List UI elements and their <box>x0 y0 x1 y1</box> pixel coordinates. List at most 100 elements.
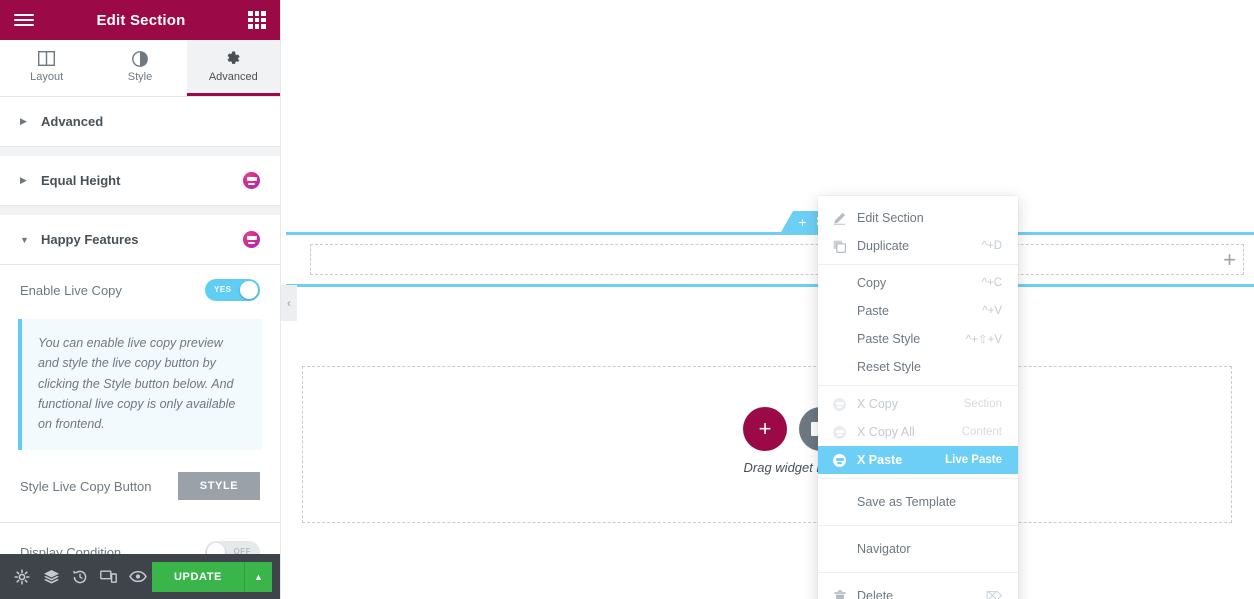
happy-icon <box>832 453 847 467</box>
toggle-off-text: OFF <box>233 547 251 554</box>
happy-addons-icon <box>243 231 260 248</box>
eye-preview-icon[interactable] <box>123 554 152 599</box>
section-column-placeholder <box>310 244 1244 275</box>
tab-layout[interactable]: Layout <box>0 40 94 96</box>
ctx-label: Paste <box>857 304 889 318</box>
accordion-advanced[interactable]: ▶ Advanced <box>0 97 280 147</box>
duplicate-icon <box>832 240 847 253</box>
ctx-label: Navigator <box>857 542 911 556</box>
live-copy-notice-text: You can enable live copy preview and sty… <box>38 336 236 431</box>
display-condition-toggle[interactable]: OFF <box>205 541 260 554</box>
ctx-item-copy[interactable]: Copy ^+C <box>818 269 1018 297</box>
tab-style-label: Style <box>127 71 153 83</box>
columns-icon <box>38 50 56 67</box>
ctx-label: Paste Style <box>857 332 921 346</box>
ctx-group-navigator: Navigator <box>818 526 1018 573</box>
section-context-menu: Edit Section Duplicate ^+D Copy ^+C Past… <box>818 196 1018 599</box>
chevron-right-icon: ▶ <box>20 116 27 126</box>
contrast-circle-icon <box>132 50 148 67</box>
empty-widget-dropzone[interactable]: + Drag widget here <box>302 366 1232 523</box>
ctx-label: Duplicate <box>857 239 910 253</box>
responsive-icon[interactable] <box>94 554 123 599</box>
update-group: UPDATE ▲ <box>151 561 272 592</box>
panel-footer: UPDATE ▲ <box>0 554 280 599</box>
ctx-shortcut: ^+⇧+V <box>965 334 1002 346</box>
selected-section: + + <box>286 211 1254 287</box>
style-live-copy-label: Style Live Copy Button <box>20 478 152 494</box>
ctx-item-duplicate[interactable]: Duplicate ^+D <box>818 232 1018 260</box>
accordion-equal-height-label: Equal Height <box>41 173 121 188</box>
update-button[interactable]: UPDATE <box>151 561 244 592</box>
toggle-knob <box>207 543 225 554</box>
ctx-item-x-copy-all[interactable]: X Copy All Content <box>818 418 1018 446</box>
add-row-icon[interactable]: + <box>1223 247 1236 273</box>
panel-body: ▶ Advanced ▶ Equal Height ▼ Happy Featur… <box>0 97 280 554</box>
toggle-knob <box>240 281 258 299</box>
ctx-item-delete[interactable]: Delete ⌦ <box>818 577 1018 599</box>
ctx-shortcut: ^+C <box>981 277 1002 289</box>
ctx-group-edit: Edit Section Duplicate ^+D <box>818 200 1018 265</box>
accordion-happy-features-label: Happy Features <box>41 232 139 247</box>
ctx-item-reset-style[interactable]: Reset Style <box>818 353 1018 381</box>
enable-live-copy-label: Enable Live Copy <box>20 282 122 298</box>
style-button[interactable]: STYLE <box>178 472 260 501</box>
ctx-label: Edit Section <box>857 211 924 225</box>
hamburger-icon[interactable] <box>14 14 34 26</box>
panel-tabs: Layout Style Advanced <box>0 40 280 97</box>
editor-canvas: ‹ + + + Drag widget here Edit Section Du… <box>281 0 1254 599</box>
grid-icon[interactable] <box>248 11 266 29</box>
tab-style[interactable]: Style <box>93 40 187 96</box>
toggle-on-text: YES <box>214 285 232 294</box>
ctx-shortcut: Section <box>963 398 1002 410</box>
gear-icon <box>225 50 241 67</box>
accordion-advanced-label: Advanced <box>41 114 104 129</box>
tab-advanced[interactable]: Advanced <box>186 40 280 96</box>
ctx-label: Reset Style <box>857 360 921 374</box>
add-widget-button[interactable]: + <box>743 407 787 451</box>
ctx-shortcut: Live Paste <box>945 454 1002 466</box>
pencil-icon <box>832 212 847 225</box>
accordion-happy-features[interactable]: ▼ Happy Features <box>0 215 280 265</box>
happy-addons-icon <box>243 172 260 189</box>
layers-icon[interactable] <box>37 554 66 599</box>
page-title: Edit Section <box>96 11 186 29</box>
trash-icon <box>832 589 847 599</box>
ctx-item-edit-section[interactable]: Edit Section <box>818 204 1018 232</box>
ctx-item-save-as-template[interactable]: Save as Template <box>818 483 1018 521</box>
happy-features-controls: Enable Live Copy YES You can enable live… <box>0 265 280 554</box>
ctx-group-delete: Delete ⌦ <box>818 573 1018 599</box>
editor-sidebar: Edit Section Layout Style Advanced ▶ Adv… <box>0 0 281 599</box>
ctx-item-navigator[interactable]: Navigator <box>818 530 1018 568</box>
enable-live-copy-toggle[interactable]: YES <box>205 279 260 301</box>
ctx-item-x-copy[interactable]: X Copy Section <box>818 390 1018 418</box>
display-condition-row: Display Condition OFF <box>0 523 280 554</box>
ctx-shortcut: ^+V <box>982 305 1002 317</box>
ctx-item-x-paste[interactable]: X Paste Live Paste <box>818 446 1018 474</box>
ctx-shortcut: Content <box>961 426 1002 438</box>
gear-icon[interactable] <box>8 554 37 599</box>
ctx-label: X Paste <box>857 453 903 467</box>
ctx-label: X Copy <box>857 397 898 411</box>
ctx-item-paste[interactable]: Paste ^+V <box>818 297 1018 325</box>
happy-icon <box>832 397 847 411</box>
update-options-caret[interactable]: ▲ <box>244 561 272 592</box>
accordion-equal-height[interactable]: ▶ Equal Height <box>0 156 280 206</box>
enable-live-copy-row: Enable Live Copy YES <box>0 265 280 315</box>
tab-advanced-label: Advanced <box>208 71 258 83</box>
section-outline[interactable]: + <box>286 232 1254 287</box>
chevron-right-icon: ▶ <box>20 175 27 185</box>
display-condition-label: Display Condition <box>20 544 122 554</box>
ctx-shortcut: ^+D <box>981 240 1002 252</box>
ctx-group-clipboard: Copy ^+C Paste ^+V Paste Style ^+⇧+V Res… <box>818 265 1018 386</box>
ctx-item-paste-style[interactable]: Paste Style ^+⇧+V <box>818 325 1018 353</box>
ctx-group-template: Save as Template <box>818 479 1018 526</box>
history-icon[interactable] <box>66 554 95 599</box>
chevron-down-icon: ▼ <box>20 234 29 245</box>
ctx-label: Save as Template <box>857 495 957 509</box>
style-live-copy-row: Style Live Copy Button STYLE <box>0 450 280 522</box>
happy-icon <box>832 425 847 439</box>
ctx-label: Copy <box>857 276 887 290</box>
ctx-group-happy: X Copy Section X Copy All Content X Past… <box>818 386 1018 479</box>
add-section-icon[interactable]: + <box>798 215 806 229</box>
collapse-panel-handle[interactable]: ‹ <box>281 285 297 321</box>
